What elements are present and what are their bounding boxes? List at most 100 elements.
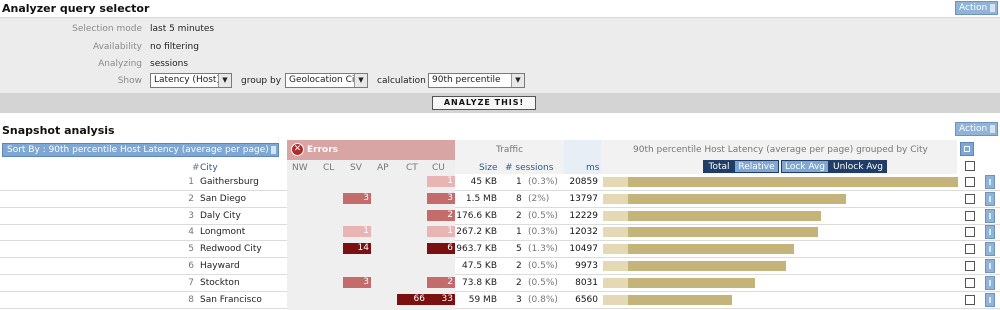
- chevron-down-icon: [271, 146, 276, 154]
- row-checkbox[interactable]: [965, 294, 975, 305]
- row-action-button[interactable]: [985, 259, 995, 273]
- view-lock-avg-button[interactable]: Lock Avg: [781, 160, 829, 173]
- row-checkbox[interactable]: [965, 277, 975, 288]
- row-action-button[interactable]: [985, 292, 995, 307]
- row-action-button[interactable]: [985, 275, 995, 290]
- error-cu-value[interactable]: 1: [427, 226, 455, 238]
- city-link[interactable]: Longmont: [200, 227, 245, 237]
- error-cu-value[interactable]: 1: [427, 176, 455, 187]
- city-link[interactable]: Daly City: [200, 211, 241, 221]
- sort-by-button[interactable]: Sort By : 90th percentile Host Latency (…: [2, 143, 279, 157]
- select-all-checkbox[interactable]: [965, 161, 975, 171]
- export-icon-glyph: [964, 146, 970, 152]
- error-cu-value[interactable]: 6: [427, 243, 455, 255]
- query-action-button[interactable]: Action: [955, 1, 998, 15]
- bar-baseline: [603, 294, 628, 305]
- group-by-select-value: Geolocation City: [289, 75, 364, 85]
- selection-mode-value: last 5 minutes: [150, 24, 215, 34]
- row-number: 6: [188, 261, 194, 271]
- error-cu-value[interactable]: 3: [427, 192, 455, 204]
- table-row: 5 Redwood City 14 6 963.7 KB 5 (1.3%) 10497: [0, 241, 1000, 259]
- query-action-label: Action: [959, 3, 988, 13]
- sessions-percent: (0.5%): [528, 210, 558, 221]
- bar-baseline: [603, 227, 628, 238]
- close-icon[interactable]: ✕: [291, 143, 304, 156]
- analyzing-value: sessions: [150, 59, 189, 69]
- row-checkbox[interactable]: [965, 210, 975, 221]
- error-sv-value[interactable]: 3: [343, 192, 371, 204]
- col-city[interactable]: City: [200, 163, 218, 173]
- latency-bar[interactable]: [628, 277, 755, 288]
- show-select-value: Latency (Host): [154, 75, 220, 85]
- error-cu-value[interactable]: 33: [427, 293, 455, 305]
- row-number: 2: [188, 193, 194, 204]
- group-by-select[interactable]: Geolocation City ▼: [285, 73, 368, 88]
- view-total-button[interactable]: Total: [703, 160, 735, 173]
- row-number: 5: [188, 244, 194, 255]
- error-cu-value[interactable]: 2: [427, 209, 455, 221]
- city-link[interactable]: Stockton: [200, 278, 240, 288]
- city-link[interactable]: Gaithersburg: [200, 177, 259, 187]
- ms-value: 6560: [575, 294, 598, 305]
- row-action-button[interactable]: [985, 225, 995, 240]
- bar-baseline: [603, 193, 628, 204]
- sessions-count: 8: [516, 193, 522, 204]
- error-sv-value[interactable]: 3: [343, 276, 371, 288]
- row-action-button[interactable]: [985, 208, 995, 223]
- chevron-down-icon: [990, 125, 995, 133]
- bar-baseline: [603, 210, 628, 221]
- analyze-button[interactable]: ANALYZE THIS!: [432, 96, 536, 110]
- sessions-count: 1: [516, 177, 522, 187]
- latency-bar[interactable]: [628, 177, 958, 187]
- sessions-percent: (0.8%): [528, 294, 558, 305]
- latency-bar[interactable]: [628, 261, 786, 271]
- row-action-button[interactable]: [985, 191, 995, 206]
- calculation-select[interactable]: 90th percentile ▼: [428, 73, 525, 88]
- ms-value: 10497: [569, 244, 598, 255]
- calculation-label: calculation: [377, 76, 426, 86]
- size-value: 47.5 KB: [462, 261, 497, 271]
- ms-value: 12229: [569, 210, 598, 221]
- latency-bar[interactable]: [628, 193, 846, 204]
- view-relative-button[interactable]: Relative: [734, 160, 779, 173]
- chart-title: 90th percentile Host Latency (average pe…: [633, 145, 928, 155]
- ms-value: 9973: [575, 261, 598, 271]
- dropdown-arrow-icon: ▼: [511, 74, 524, 87]
- view-unlock-avg-button[interactable]: Unlock Avg: [829, 160, 887, 173]
- error-cu-value[interactable]: 2: [427, 276, 455, 288]
- col-cu: CU: [432, 163, 445, 173]
- table-row: 2 San Diego 3 3 1.5 MB 8 (2%) 13797: [0, 190, 1000, 208]
- row-checkbox[interactable]: [965, 227, 975, 238]
- city-link[interactable]: Redwood City: [200, 244, 262, 254]
- error-ct-value[interactable]: 66: [397, 293, 427, 305]
- city-link[interactable]: San Francisco: [200, 295, 262, 305]
- show-select[interactable]: Latency (Host) ▼: [150, 73, 232, 88]
- bar-baseline: [603, 244, 628, 255]
- col-sessions[interactable]: # sessions: [505, 163, 553, 173]
- col-size[interactable]: Size: [479, 163, 497, 173]
- col-ms[interactable]: ms: [586, 163, 599, 173]
- latency-bar[interactable]: [628, 227, 818, 238]
- error-sv-value[interactable]: 14: [343, 243, 371, 255]
- sessions-percent: (0.3%): [528, 177, 558, 187]
- ms-value: 8031: [575, 277, 598, 288]
- row-checkbox[interactable]: [965, 261, 975, 271]
- city-link[interactable]: San Diego: [200, 194, 246, 204]
- row-action-button[interactable]: [985, 242, 995, 257]
- query-selector-title: Analyzer query selector: [2, 2, 150, 15]
- row-action-button[interactable]: [985, 175, 995, 189]
- row-checkbox[interactable]: [965, 193, 975, 204]
- city-link[interactable]: Hayward: [200, 261, 240, 271]
- error-sv-value[interactable]: 1: [343, 226, 371, 238]
- latency-bar[interactable]: [628, 210, 821, 221]
- row-checkbox[interactable]: [965, 244, 975, 255]
- table-row: 8 San Francisco 66 33 59 MB 3 (0.8%) 6560: [0, 291, 1000, 309]
- col-ap: AP: [377, 163, 389, 173]
- sessions-count: 5: [516, 244, 522, 255]
- snapshot-action-button[interactable]: Action: [955, 122, 998, 136]
- latency-bar[interactable]: [628, 244, 794, 255]
- export-icon[interactable]: [960, 142, 974, 156]
- latency-bar[interactable]: [628, 294, 732, 305]
- row-number: 8: [188, 294, 194, 305]
- row-checkbox[interactable]: [965, 177, 975, 187]
